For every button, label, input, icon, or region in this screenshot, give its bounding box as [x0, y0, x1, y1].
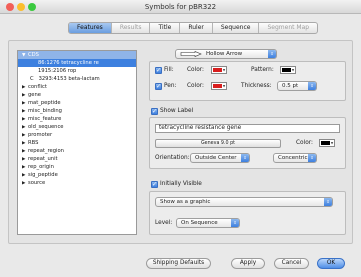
tab-sequence[interactable]: Sequence [213, 23, 260, 33]
tree-item-misc-feature[interactable]: ▶ misc_feature [18, 115, 136, 123]
pen-color-chip [213, 84, 222, 88]
tree-item-tetracycline[interactable]: 86:1276 tetracycline re [18, 59, 136, 67]
tree-item-cds[interactable]: ▼ CDS [18, 51, 136, 59]
pen-label: Pen: [164, 83, 177, 89]
select-arrows-icon: ⇕ [324, 198, 332, 206]
shape-select-value: Hollow Arrow [206, 51, 243, 57]
initially-visible-label: Initially Visible [160, 181, 202, 187]
orientation-select[interactable]: Outside Center ⇕ [190, 153, 250, 163]
label-color-chip [321, 141, 330, 145]
tree-item-repeat-unit[interactable]: ▶ repeat_unit [18, 155, 136, 163]
feature-tree[interactable]: ▼ CDS 86:1276 tetracycline re 1915:2106 r… [17, 50, 137, 235]
window-title: Symbols for pBR322 [144, 3, 217, 11]
tree-item-rbs[interactable]: ▶ RBS [18, 139, 136, 147]
tree-item-sig-peptide[interactable]: ▶ sig_peptide [18, 171, 136, 179]
pattern-swatch[interactable]: ▼ [280, 66, 296, 74]
show-label-checkbox[interactable]: ✓ [151, 108, 158, 115]
orientation-label: Orientation: [155, 155, 190, 161]
pen-color-label: Color: [187, 83, 204, 89]
fill-color-chip [213, 68, 222, 72]
tree-item-misc-binding[interactable]: ▶ misc_binding [18, 107, 136, 115]
pattern-label: Pattern: [251, 67, 274, 73]
pen-checkbox[interactable]: ✓ [155, 83, 162, 90]
thickness-label: Thickness: [241, 83, 272, 89]
hollow-arrow-icon [180, 51, 202, 57]
chevron-down-icon: ▼ [222, 84, 226, 88]
pen-color-swatch[interactable]: ▼ [211, 82, 227, 90]
level-label: Level: [155, 220, 173, 226]
select-arrows-icon: ⇕ [241, 154, 249, 162]
fill-color-swatch[interactable]: ▼ [211, 66, 227, 74]
tree-item-repeat-region[interactable]: ▶ repeat_region [18, 147, 136, 155]
font-button[interactable]: Geneva 9.0 pt [155, 139, 281, 148]
fill-color-label: Color: [187, 67, 204, 73]
tree-item-gene[interactable]: ▶ gene [18, 91, 136, 99]
shape-select[interactable]: Hollow Arrow ⇕ [175, 49, 277, 59]
tab-results: Results [112, 23, 151, 33]
select-arrows-icon: ⇕ [231, 219, 239, 227]
concentric-select[interactable]: Concentric ⇕ [273, 153, 317, 163]
tree-item-conflict[interactable]: ▶ conflict [18, 83, 136, 91]
thickness-select[interactable]: 0.5 pt ⇕ [277, 81, 317, 91]
shipping-defaults-button[interactable]: Shipping Defaults [146, 258, 211, 269]
select-arrows-icon: ⇕ [268, 50, 276, 58]
tree-item-promoter[interactable]: ▶ promoter [18, 131, 136, 139]
chevron-down-icon: ▼ [222, 68, 226, 72]
tree-item-source[interactable]: ▶ source [18, 179, 136, 187]
tree-item-beta-lactam[interactable]: C 3293:4153 beta-lactam [18, 75, 136, 83]
cancel-button[interactable]: Cancel [274, 258, 309, 269]
tab-features[interactable]: Features [69, 23, 112, 33]
shape-style-box [149, 61, 346, 101]
tab-segment-map: Segment Map [267, 24, 310, 31]
tree-item-rop[interactable]: 1915:2106 rop [18, 67, 136, 75]
label-text-field[interactable]: tetracycline resistance gene [155, 124, 340, 133]
select-arrows-icon: ⇕ [308, 82, 316, 90]
fill-checkbox[interactable]: ✓ [155, 67, 162, 74]
label-color-swatch[interactable]: ▼ [319, 139, 335, 147]
level-select[interactable]: On Sequence ⇕ [176, 218, 240, 228]
tab-ruler[interactable]: Ruler [180, 23, 213, 33]
title-bar: Symbols for pBR322 [0, 0, 361, 14]
show-as-select[interactable]: Show as a graphic ⇕ [155, 197, 333, 207]
tab-bar: Features Results Title Ruler Sequence Se… [68, 22, 319, 34]
label-color-label: Color: [296, 140, 313, 146]
chevron-down-icon: ▼ [291, 68, 295, 72]
show-label-label: Show Label [160, 108, 194, 114]
tab-title[interactable]: Title [150, 23, 181, 33]
fill-label: Fill: [164, 67, 174, 73]
initially-visible-checkbox[interactable]: ✓ [151, 181, 158, 188]
ok-button[interactable]: OK [317, 258, 345, 269]
chevron-down-icon: ▼ [330, 141, 334, 145]
apply-button[interactable]: Apply [231, 258, 265, 269]
select-arrows-icon: ⇕ [308, 154, 316, 162]
tree-item-rep-origin[interactable]: ▶ rep_origin [18, 163, 136, 171]
pattern-chip [282, 68, 291, 72]
tree-item-old-sequence[interactable]: ▶ old_sequence [18, 123, 136, 131]
tree-item-mat-peptide[interactable]: ▶ mat_peptide [18, 99, 136, 107]
